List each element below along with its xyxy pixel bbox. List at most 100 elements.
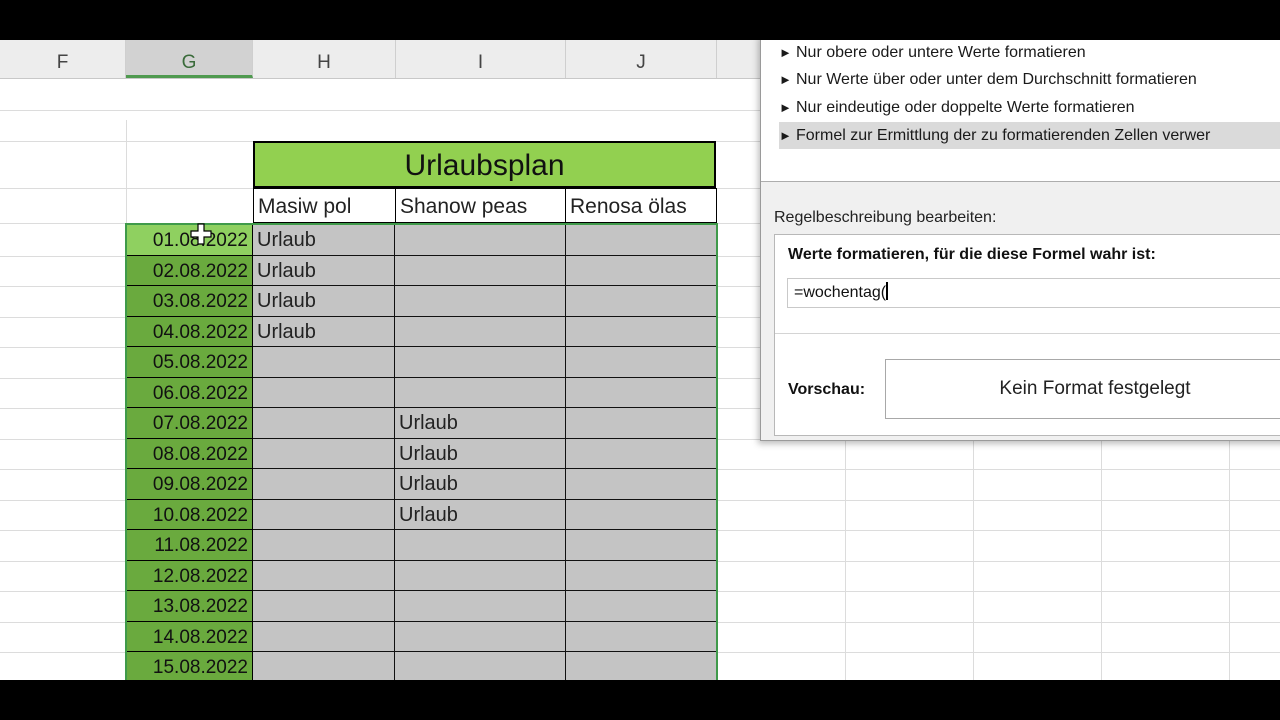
vacation-cell[interactable]: Urlaub [253, 316, 395, 347]
vacation-cell[interactable] [395, 347, 566, 378]
vacation-cell[interactable] [395, 316, 566, 347]
table-row: 04.08.2022 Urlaub [127, 316, 717, 347]
formula-label: Werte formatieren, für die diese Formel … [788, 246, 1156, 263]
formatting-rule-dialog: ► Nur obere oder untere Werte formatieren… [760, 40, 1280, 441]
vacation-cell[interactable]: Urlaub [253, 225, 395, 256]
column-header-i[interactable]: I [396, 40, 566, 78]
date-cell[interactable]: 14.08.2022 [127, 621, 253, 652]
vacation-cell[interactable] [395, 255, 566, 286]
rule-type-item[interactable]: ► Formel zur Ermittlung der zu formatiere… [779, 122, 1280, 149]
vacation-cell[interactable] [566, 255, 717, 286]
header-cell-person-3[interactable]: Renosa ölas [565, 188, 717, 223]
vacation-cell[interactable]: Urlaub [395, 499, 566, 530]
vacation-cell[interactable] [395, 591, 566, 622]
vacation-cell[interactable] [253, 591, 395, 622]
vacation-cell[interactable] [253, 377, 395, 408]
vacation-cell[interactable] [566, 225, 717, 256]
vacation-cell[interactable] [253, 652, 395, 680]
vacation-cell[interactable] [566, 652, 717, 680]
vacation-cell[interactable] [566, 530, 717, 561]
excel-window: F G H I J Urlaubsplan Masiw pol Shanow p… [0, 40, 1280, 680]
vacation-cell[interactable]: Urlaub [253, 255, 395, 286]
vacation-cell[interactable]: Urlaub [395, 408, 566, 439]
vacation-cell[interactable] [566, 591, 717, 622]
vacation-cell[interactable] [253, 530, 395, 561]
arrow-right-icon: ► [779, 100, 792, 115]
text-caret [886, 282, 889, 300]
date-cell[interactable]: 05.08.2022 [127, 347, 253, 378]
rule-type-item[interactable]: ► Nur eindeutige oder doppelte Werte form… [779, 94, 1280, 121]
vacation-cell[interactable] [395, 560, 566, 591]
vacation-cell[interactable] [566, 347, 717, 378]
table-row: 13.08.2022 [127, 591, 717, 622]
vacation-cell[interactable] [395, 621, 566, 652]
rule-type-label: Nur eindeutige oder doppelte Werte forma… [796, 99, 1135, 116]
rule-type-item[interactable]: ► Nur obere oder untere Werte formatieren [779, 40, 1280, 66]
vacation-cell[interactable] [395, 225, 566, 256]
rule-type-label: Formel zur Ermittlung der zu formatieren… [796, 127, 1211, 144]
table-row: 02.08.2022 Urlaub [127, 255, 717, 286]
vacation-cell[interactable] [395, 530, 566, 561]
table-row: 03.08.2022 Urlaub [127, 286, 717, 317]
table-row: 08.08.2022 Urlaub [127, 438, 717, 469]
date-cell[interactable]: 03.08.2022 [127, 286, 253, 317]
vacation-cell[interactable] [566, 560, 717, 591]
date-cell[interactable]: 12.08.2022 [127, 560, 253, 591]
date-cell[interactable]: 07.08.2022 [127, 408, 253, 439]
preview-label: Vorschau: [788, 381, 866, 398]
date-cell[interactable]: 02.08.2022 [127, 255, 253, 286]
vacation-cell[interactable] [566, 377, 717, 408]
column-header-h[interactable]: H [253, 40, 396, 78]
vacation-cell[interactable] [395, 652, 566, 680]
formula-value: =wochentag( [794, 284, 887, 301]
date-cell[interactable]: 08.08.2022 [127, 438, 253, 469]
date-cell[interactable]: 09.08.2022 [127, 469, 253, 500]
header-cell-person-2[interactable]: Shanow peas [395, 188, 566, 223]
column-header-g[interactable]: G [126, 40, 253, 78]
vacation-cell[interactable] [253, 621, 395, 652]
table-row: 14.08.2022 [127, 621, 717, 652]
vacation-cell[interactable]: Urlaub [395, 438, 566, 469]
vacation-cell[interactable] [566, 469, 717, 500]
date-cell[interactable]: 13.08.2022 [127, 591, 253, 622]
vacation-cell[interactable] [253, 560, 395, 591]
vacation-cell[interactable] [253, 499, 395, 530]
column-header-f[interactable]: F [0, 40, 126, 78]
vacation-cell[interactable] [566, 286, 717, 317]
table-row: 06.08.2022 [127, 377, 717, 408]
vacation-cell[interactable] [395, 286, 566, 317]
vacation-cell[interactable] [566, 408, 717, 439]
preview-box: Kein Format festgelegt [885, 359, 1280, 419]
formula-input[interactable]: =wochentag( [787, 278, 1280, 308]
rule-type-label: Nur Werte über oder unter dem Durchschni… [796, 71, 1197, 88]
table-row: 15.08.2022 [127, 652, 717, 680]
vacation-cell[interactable]: Urlaub [395, 469, 566, 500]
rule-type-list[interactable]: ► Nur obere oder untere Werte formatieren… [761, 40, 1280, 182]
column-header-j[interactable]: J [566, 40, 717, 78]
table-row: 11.08.2022 [127, 530, 717, 561]
date-cell[interactable]: 04.08.2022 [127, 316, 253, 347]
rule-type-item[interactable]: ► Nur Werte über oder unter dem Durchschn… [779, 66, 1280, 93]
table-row: 12.08.2022 [127, 560, 717, 591]
vacation-cell[interactable] [566, 499, 717, 530]
vacation-cell[interactable] [395, 377, 566, 408]
arrow-right-icon: ► [779, 72, 792, 87]
vacation-cell[interactable] [253, 408, 395, 439]
arrow-right-icon: ► [779, 45, 792, 60]
table-title-cell[interactable]: Urlaubsplan [253, 141, 716, 188]
vacation-cell[interactable] [253, 438, 395, 469]
table-row: 01.08.2022Urlaub [127, 225, 717, 256]
arrow-right-icon: ► [779, 128, 792, 143]
vacation-cell[interactable] [566, 438, 717, 469]
date-cell[interactable]: 10.08.2022 [127, 499, 253, 530]
date-cell[interactable]: 15.08.2022 [127, 652, 253, 680]
rule-type-label: Nur obere oder untere Werte formatieren [796, 44, 1086, 61]
vacation-cell[interactable]: Urlaub [253, 286, 395, 317]
vacation-cell[interactable] [566, 316, 717, 347]
date-cell[interactable]: 06.08.2022 [127, 377, 253, 408]
header-cell-person-1[interactable]: Masiw pol [253, 188, 396, 223]
vacation-cell[interactable] [253, 469, 395, 500]
date-cell[interactable]: 11.08.2022 [127, 530, 253, 561]
vacation-cell[interactable] [566, 621, 717, 652]
vacation-cell[interactable] [253, 347, 395, 378]
